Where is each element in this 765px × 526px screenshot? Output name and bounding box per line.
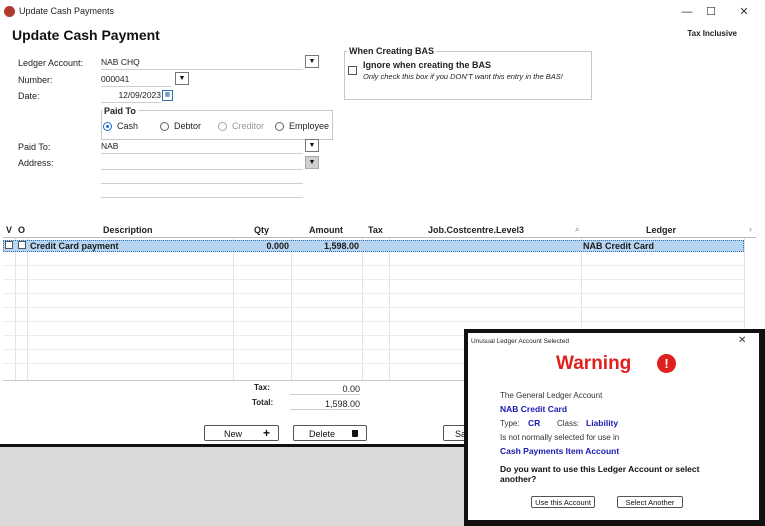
paid-to-label: Paid To: [18, 142, 51, 152]
minimize-button[interactable]: — [674, 3, 700, 21]
address-line-3[interactable] [101, 184, 303, 198]
grid-col-divider [291, 238, 292, 381]
col-job-header[interactable]: Job.Costcentre.Level3 [428, 223, 524, 237]
ledger-account-label: Ledger Account: [18, 58, 84, 68]
radio-creditor-label: Creditor [232, 121, 265, 131]
new-button-label: New [224, 429, 243, 439]
dialog-class-label: Class: [557, 419, 580, 428]
radio-cash[interactable] [103, 122, 112, 131]
tax-total-value: 0.00 [290, 384, 360, 395]
dialog-line2: Is not normally selected for use in [500, 433, 620, 442]
grid-row-line [3, 279, 744, 280]
col-o-header[interactable]: O [18, 223, 25, 237]
radio-debtor[interactable] [160, 122, 169, 131]
window-title: Update Cash Payments [19, 6, 115, 16]
row-o-checkbox[interactable] [18, 241, 26, 249]
radio-cash-label: Cash [117, 121, 139, 131]
grid-col-divider [362, 238, 363, 381]
unusual-ledger-dialog: Unusual Ledger Account Selected ✕ Warnin… [464, 329, 765, 526]
col-tax-header[interactable]: Tax [368, 223, 383, 237]
scroll-right-icon[interactable]: › [749, 224, 752, 234]
row-qty[interactable]: 0.000 [235, 240, 289, 252]
dialog-type-label: Type: [500, 419, 520, 428]
tax-total-label: Tax: [254, 383, 270, 392]
grid-col-divider [389, 238, 390, 381]
close-button[interactable]: ✕ [731, 3, 757, 21]
grid-col-divider [233, 238, 234, 381]
date-label: Date: [18, 91, 40, 101]
grid-col-divider [15, 238, 16, 381]
new-button[interactable]: New + [204, 425, 279, 441]
grid-row-line [3, 321, 744, 322]
number-label: Number: [18, 75, 53, 85]
row-v-checkbox[interactable] [5, 241, 13, 249]
ledger-account-dropdown-icon[interactable]: ▼ [305, 55, 319, 68]
dialog-close-icon[interactable]: ✕ [738, 335, 746, 346]
paid-to-field[interactable]: NAB [101, 140, 303, 154]
title-bar: Update Cash Payments — ☐ ✕ [0, 0, 765, 24]
maximize-button[interactable]: ☐ [698, 3, 724, 21]
plus-icon: + [263, 426, 271, 440]
paid-to-dropdown-icon[interactable]: ▼ [305, 139, 319, 152]
ledger-account-field[interactable]: NAB CHQ [101, 56, 303, 70]
paid-to-group-title: Paid To [102, 106, 138, 116]
delete-button[interactable]: Delete [293, 425, 367, 441]
grid-row-line [3, 293, 744, 294]
page-title: Update Cash Payment [12, 27, 160, 43]
row-amount[interactable]: 1,598.00 [293, 240, 359, 252]
dialog-class-value: Liability [586, 418, 619, 428]
address-dropdown-icon[interactable]: ▼ [305, 156, 319, 169]
address-label: Address: [18, 158, 54, 168]
address-line-1[interactable] [101, 156, 303, 170]
grid-header-divider [3, 237, 756, 238]
dialog-title: Unusual Ledger Account Selected [471, 338, 569, 345]
bas-group-title: When Creating BAS [347, 46, 437, 56]
dialog-question: Do you want to use this Ledger Account o… [500, 464, 700, 484]
ignore-bas-checkbox[interactable] [348, 66, 357, 75]
col-qty-header[interactable]: Qty [254, 223, 269, 237]
calendar-icon[interactable]: ▦ [162, 90, 173, 101]
radio-employee[interactable] [275, 122, 284, 131]
select-another-button[interactable]: Select Another [617, 496, 683, 508]
warning-heading: Warning [556, 353, 632, 374]
trash-icon [352, 430, 358, 437]
dialog-context: Cash Payments Item Account [500, 446, 620, 456]
col-amount-header[interactable]: Amount [309, 223, 343, 237]
row-description[interactable]: Credit Card payment [30, 240, 119, 252]
number-dropdown-icon[interactable]: ▼ [175, 72, 189, 85]
tax-mode-label: Tax Inclusive [687, 29, 737, 38]
dialog-account: NAB Credit Card [500, 404, 568, 414]
delete-button-label: Delete [309, 429, 336, 439]
grid-row-line [3, 307, 744, 308]
dialog-line1: The General Ledger Account [500, 391, 603, 400]
warning-icon: ! [657, 354, 676, 373]
col-description-header[interactable]: Description [103, 223, 153, 237]
row-ledger[interactable]: NAB Credit Card [583, 240, 654, 252]
dialog-type-value: CR [528, 418, 541, 428]
grid-col-divider [27, 238, 28, 381]
radio-debtor-label: Debtor [174, 121, 202, 131]
address-line-2[interactable] [101, 170, 303, 184]
col-v-header[interactable]: V [6, 223, 12, 237]
use-this-account-button[interactable]: Use this Account [531, 496, 595, 508]
ignore-bas-label: Ignore when creating the BAS [363, 60, 492, 70]
date-field[interactable]: 12/09/2023 [101, 89, 161, 103]
grand-total-label: Total: [252, 398, 274, 407]
grid-row-line [3, 265, 744, 266]
search-icon[interactable]: ⌕ [575, 225, 579, 235]
bas-hint: Only check this box if you DON'T want th… [363, 72, 563, 81]
grand-total-value: 1,598.00 [290, 399, 360, 410]
radio-creditor[interactable] [218, 122, 227, 131]
dialog-body: Unusual Ledger Account Selected ✕ Warnin… [468, 333, 759, 520]
app-icon [4, 6, 15, 17]
number-field[interactable]: 000041 [101, 73, 171, 87]
col-ledger-header[interactable]: Ledger [646, 223, 676, 237]
radio-employee-label: Employee [289, 121, 330, 131]
